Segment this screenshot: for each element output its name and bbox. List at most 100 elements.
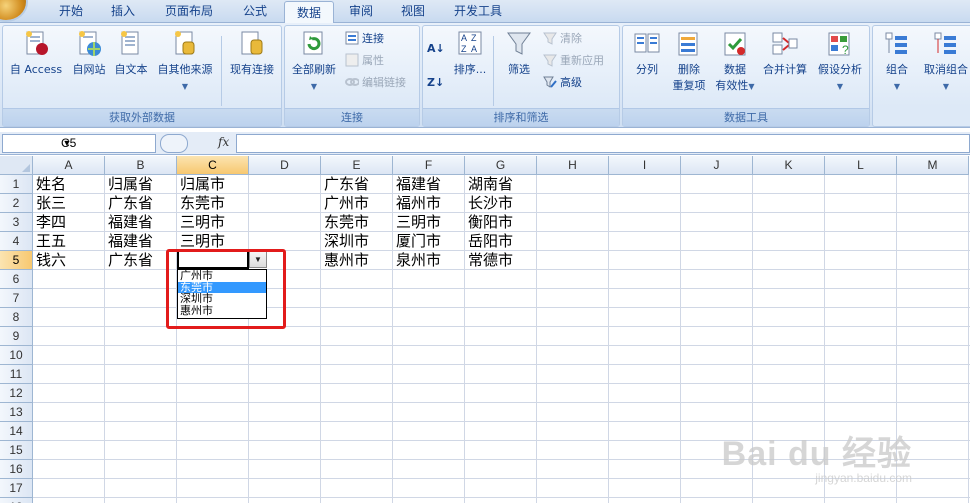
row-header-16[interactable]: 16 <box>0 460 33 479</box>
column-header-c[interactable]: C <box>177 156 249 175</box>
row-header-11[interactable]: 11 <box>0 365 33 384</box>
row-header-3[interactable]: 3 <box>0 213 33 232</box>
row-header-17[interactable]: 17 <box>0 479 33 498</box>
group-label: 组合 <box>886 63 908 76</box>
tab-developer[interactable]: 开发工具 <box>442 0 514 22</box>
connections-button[interactable]: 连接 <box>345 30 384 48</box>
what-if-analysis-button[interactable]: ? 假设分析 ▼ <box>813 30 867 95</box>
cell-a1[interactable]: 姓名 <box>33 175 66 194</box>
tab-formulas[interactable]: 公式 <box>230 0 280 22</box>
row-header-1[interactable]: 1 <box>0 175 33 194</box>
worksheet-grid[interactable]: ABCDEFGHIJKLM 12345678910111213141516171… <box>0 156 970 503</box>
tab-view[interactable]: 视图 <box>388 0 438 22</box>
formula-input[interactable] <box>236 134 970 153</box>
column-header-b[interactable]: B <box>105 156 177 175</box>
cell-c1[interactable]: 归属市 <box>177 175 225 194</box>
column-header-e[interactable]: E <box>321 156 393 175</box>
column-header-a[interactable]: A <box>33 156 105 175</box>
cell-b5[interactable]: 广东省 <box>105 251 153 270</box>
office-button[interactable] <box>0 0 26 20</box>
cell-f5[interactable]: 泉州市 <box>393 251 441 270</box>
cell-f4[interactable]: 厦门市 <box>393 232 441 251</box>
consolidate-button[interactable]: 合并计算 <box>759 30 811 78</box>
from-text-button[interactable]: 自文本 <box>111 30 151 78</box>
cell-c3[interactable]: 三明市 <box>177 213 225 232</box>
cell-b1[interactable]: 归属省 <box>105 175 153 194</box>
sort-descending-button[interactable]: Z↓ <box>427 74 444 92</box>
remove-duplicates-button[interactable]: 删除 重复项 <box>667 30 711 94</box>
row-header-5[interactable]: 5 <box>0 251 33 270</box>
text-to-columns-button[interactable]: 分列 <box>629 30 665 78</box>
column-header-g[interactable]: G <box>465 156 537 175</box>
advanced-filter-button[interactable]: 高级 <box>543 74 582 92</box>
row-header-10[interactable]: 10 <box>0 346 33 365</box>
row-header-7[interactable]: 7 <box>0 289 33 308</box>
cell-a4[interactable]: 王五 <box>33 232 66 251</box>
cell-f2[interactable]: 福州市 <box>393 194 441 213</box>
column-header-f[interactable]: F <box>393 156 465 175</box>
cell-a2[interactable]: 张三 <box>33 194 66 213</box>
column-header-k[interactable]: K <box>753 156 825 175</box>
cell-g5[interactable]: 常德市 <box>465 251 513 270</box>
row-header-18[interactable]: 18 <box>0 498 33 503</box>
properties-button[interactable]: 属性 <box>345 52 384 70</box>
formula-circle-button[interactable] <box>160 134 188 153</box>
column-header-h[interactable]: H <box>537 156 609 175</box>
sort-ascending-button[interactable]: A↓ <box>427 40 445 58</box>
sort-button[interactable]: AZZA 排序... <box>451 30 489 78</box>
existing-connections-button[interactable]: 现有连接 <box>225 30 279 78</box>
cell-f3[interactable]: 三明市 <box>393 213 441 232</box>
name-box-dropdown-icon[interactable]: ▼ <box>61 135 73 152</box>
cell-b2[interactable]: 广东省 <box>105 194 153 213</box>
row-header-9[interactable]: 9 <box>0 327 33 346</box>
cell-a3[interactable]: 李四 <box>33 213 66 232</box>
column-header-d[interactable]: D <box>249 156 321 175</box>
from-other-sources-button[interactable]: 自其他来源 ▼ <box>153 30 217 95</box>
column-header-m[interactable]: M <box>897 156 969 175</box>
row-header-15[interactable]: 15 <box>0 441 33 460</box>
tab-data[interactable]: 数据 <box>284 1 334 24</box>
tab-review[interactable]: 审阅 <box>336 0 386 22</box>
column-header-l[interactable]: L <box>825 156 897 175</box>
chevron-down-icon: ▼ <box>748 82 755 91</box>
column-header-j[interactable]: J <box>681 156 753 175</box>
tab-page-layout[interactable]: 页面布局 <box>150 0 228 22</box>
cell-e1[interactable]: 广东省 <box>321 175 369 194</box>
clear-button[interactable]: 清除 <box>543 30 582 48</box>
name-box[interactable]: C5 ▼ <box>2 134 156 153</box>
cell-g1[interactable]: 湖南省 <box>465 175 513 194</box>
cell-e2[interactable]: 广州市 <box>321 194 369 213</box>
data-validation-button[interactable]: 数据 有效性 ▼ <box>711 30 759 95</box>
cell-a5[interactable]: 钱六 <box>33 251 66 270</box>
refresh-all-button[interactable]: 全部刷新 ▼ <box>287 30 341 95</box>
tab-insert[interactable]: 插入 <box>98 0 148 22</box>
filter-button[interactable]: 筛选 <box>497 30 541 78</box>
edit-links-button[interactable]: 编辑链接 <box>345 74 406 92</box>
reapply-button[interactable]: 重新应用 <box>543 52 604 70</box>
row-header-8[interactable]: 8 <box>0 308 33 327</box>
row-header-14[interactable]: 14 <box>0 422 33 441</box>
insert-function-icon[interactable]: fx <box>218 134 229 151</box>
select-all-corner[interactable] <box>0 156 33 175</box>
from-web-button[interactable]: 自网站 <box>67 30 111 78</box>
cell-g4[interactable]: 岳阳市 <box>465 232 513 251</box>
cell-e3[interactable]: 东莞市 <box>321 213 369 232</box>
cell-g2[interactable]: 长沙市 <box>465 194 513 213</box>
cell-b3[interactable]: 福建省 <box>105 213 153 232</box>
row-header-13[interactable]: 13 <box>0 403 33 422</box>
row-header-12[interactable]: 12 <box>0 384 33 403</box>
cell-e5[interactable]: 惠州市 <box>321 251 369 270</box>
group-button[interactable]: 组合 ▼ <box>875 30 919 95</box>
cell-c2[interactable]: 东莞市 <box>177 194 225 213</box>
row-header-6[interactable]: 6 <box>0 270 33 289</box>
tab-home[interactable]: 开始 <box>46 0 96 22</box>
cell-f1[interactable]: 福建省 <box>393 175 441 194</box>
cell-g3[interactable]: 衡阳市 <box>465 213 513 232</box>
cell-b4[interactable]: 福建省 <box>105 232 153 251</box>
ungroup-button[interactable]: 取消组合 ▼ <box>919 30 970 95</box>
from-access-button[interactable]: 自 Access <box>7 30 65 78</box>
cell-e4[interactable]: 深圳市 <box>321 232 369 251</box>
row-header-2[interactable]: 2 <box>0 194 33 213</box>
column-header-i[interactable]: I <box>609 156 681 175</box>
row-header-4[interactable]: 4 <box>0 232 33 251</box>
